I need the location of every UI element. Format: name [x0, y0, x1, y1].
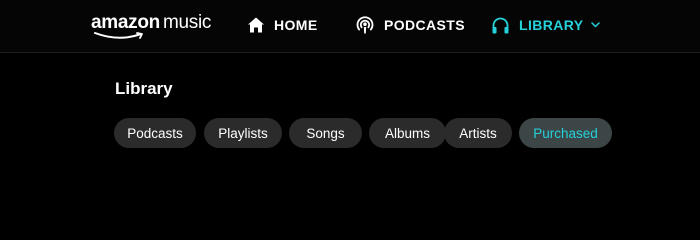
home-icon [248, 17, 264, 33]
podcast-icon [356, 16, 374, 34]
top-navigation-bar: amazon music HOME PODCASTS LIBRARY [0, 0, 700, 53]
nav-podcasts-label: PODCASTS [384, 17, 465, 33]
chevron-down-icon[interactable] [590, 22, 600, 28]
chip-purchased[interactable]: Purchased [519, 118, 612, 148]
amazon-music-logo[interactable]: amazon music [91, 12, 212, 39]
chip-playlists[interactable]: Playlists [204, 118, 282, 148]
nav-home[interactable]: HOME [247, 14, 318, 36]
chip-albums[interactable]: Albums [369, 118, 446, 148]
logo-brand-text: amazon [91, 12, 160, 33]
nav-library[interactable]: LIBRARY [491, 14, 600, 36]
chip-songs[interactable]: Songs [289, 118, 362, 148]
chip-artists[interactable]: Artists [444, 118, 512, 148]
nav-podcasts[interactable]: PODCASTS [355, 14, 465, 36]
logo-product-text: music [162, 12, 212, 33]
nav-library-label: LIBRARY [519, 17, 584, 33]
nav-home-label: HOME [274, 17, 318, 33]
page-title: Library [115, 79, 173, 98]
headphones-icon [492, 17, 509, 33]
amazon-smile-icon [94, 32, 143, 39]
chip-podcasts[interactable]: Podcasts [114, 118, 196, 148]
